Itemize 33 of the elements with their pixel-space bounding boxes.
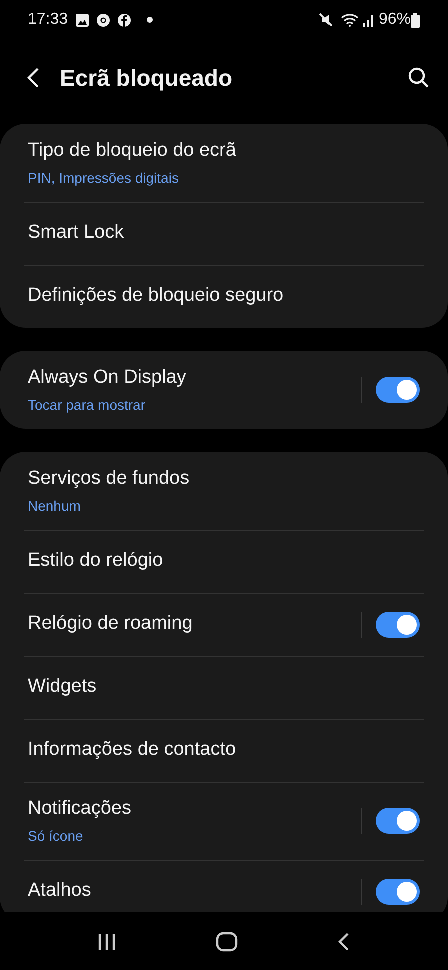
setting-title[interactable]: Definições de bloqueio seguro (28, 282, 420, 311)
toggle-switch[interactable] (376, 612, 420, 638)
toggle-switch[interactable] (376, 878, 420, 904)
battery-icon (411, 12, 420, 28)
home-icon[interactable] (216, 932, 238, 952)
status-time: 17:33 (28, 10, 68, 30)
dot-icon (147, 17, 154, 23)
setting-title[interactable]: Relógio de roaming (28, 610, 361, 639)
facebook-icon (118, 14, 132, 26)
recent-apps-icon[interactable] (98, 933, 116, 951)
image-icon (76, 14, 90, 26)
setting-summary: Só ícone (28, 826, 84, 846)
signal-icon (362, 13, 375, 27)
setting-summary: Nenhum (28, 496, 82, 516)
setting-title[interactable]: Estilo do relógio (28, 547, 420, 576)
setting-title[interactable]: Always On Display (28, 364, 361, 393)
setting-title[interactable]: Serviços de fundos (28, 465, 420, 494)
battery-percent: 96% (378, 10, 411, 30)
mute-icon (318, 13, 333, 27)
search-icon[interactable] (408, 67, 430, 89)
setting-title[interactable]: Smart Lock (28, 219, 420, 248)
setting-summary: Tocar para mostrar (28, 396, 146, 415)
page-title: Ecrã bloqueado (60, 64, 233, 93)
wifi-icon (340, 13, 359, 27)
setting-title[interactable]: Tipo de bloqueio do ecrã (28, 137, 420, 166)
setting-title[interactable]: Widgets (28, 673, 420, 702)
back-icon[interactable] (338, 932, 350, 952)
toggle-switch[interactable] (376, 377, 420, 403)
setting-title[interactable]: Atalhos (28, 877, 361, 906)
setting-title[interactable]: Notificações (28, 795, 361, 824)
setting-summary: PIN, Impressões digitais (28, 168, 180, 188)
setting-title[interactable]: Informações de contacto (28, 736, 420, 765)
toggle-switch[interactable] (376, 808, 420, 834)
